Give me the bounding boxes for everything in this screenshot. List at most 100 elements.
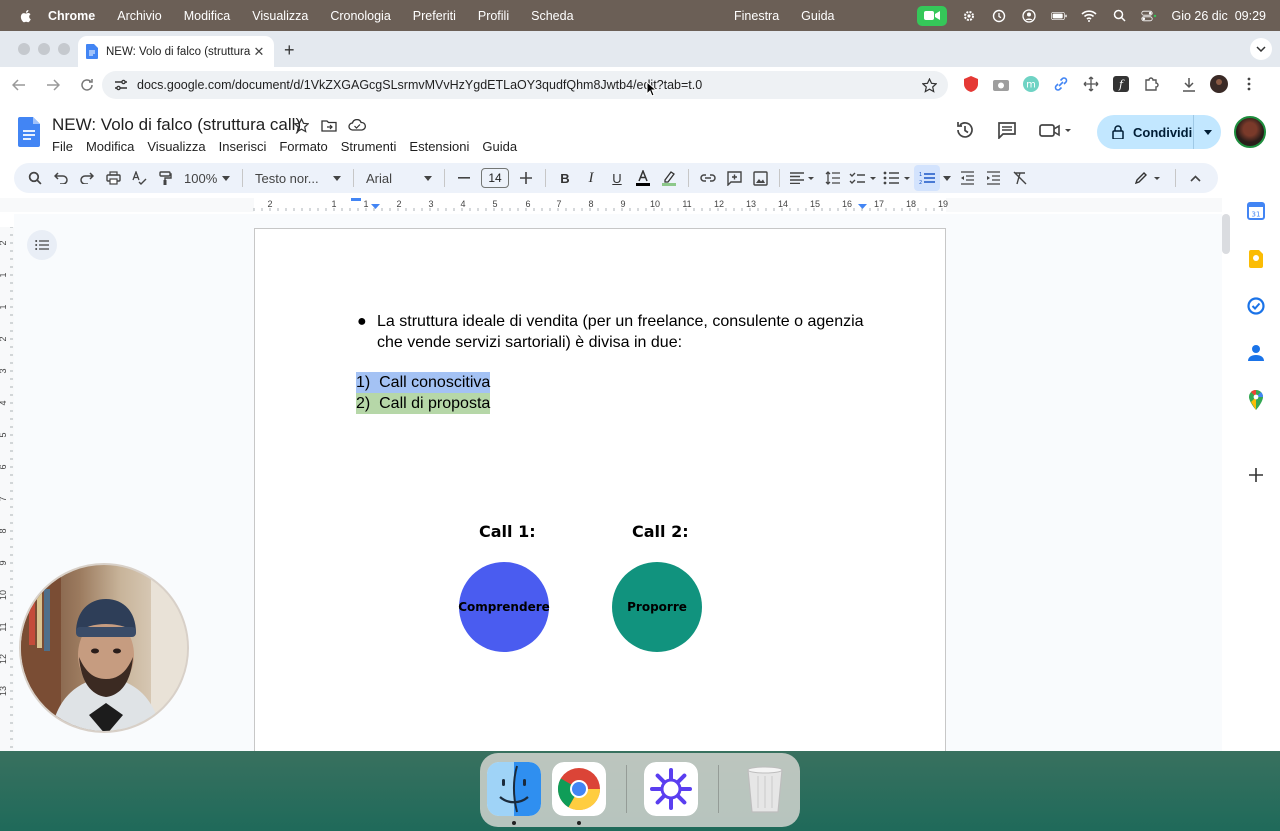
menu-app-name[interactable]: Chrome (48, 9, 95, 23)
link-extension-icon[interactable] (1052, 75, 1070, 93)
google-maps-icon[interactable] (1246, 390, 1266, 410)
italic-icon[interactable]: I (578, 165, 604, 191)
numbered-list-chevron-icon[interactable] (940, 165, 954, 191)
docs-menu-inserisci[interactable]: Inserisci (219, 139, 267, 154)
puzzle-extensions-icon[interactable] (1142, 75, 1160, 93)
underline-icon[interactable]: U (604, 165, 630, 191)
numbered-item-1[interactable]: 1) Call conoscitiva (356, 372, 491, 393)
document-outline-button[interactable] (27, 230, 57, 260)
facetime-video-icon[interactable] (917, 5, 948, 26)
back-arrow-icon[interactable] (4, 71, 34, 99)
undo-icon[interactable] (48, 165, 74, 191)
site-info-tune-icon[interactable] (114, 78, 128, 92)
close-window-button[interactable] (18, 43, 30, 55)
decrease-indent-icon[interactable] (954, 165, 980, 191)
chrome-profile-avatar[interactable] (1210, 75, 1228, 93)
font-family-dropdown[interactable]: Arial (360, 171, 438, 186)
url-text[interactable]: docs.google.com/document/d/1VkZXGAGcgSLs… (137, 78, 918, 92)
expand-panel-chevron-icon[interactable] (1246, 749, 1266, 751)
get-add-ons-plus-icon[interactable] (1246, 465, 1266, 485)
insert-link-icon[interactable] (695, 165, 721, 191)
add-comment-icon[interactable] (721, 165, 747, 191)
time-machine-icon[interactable] (991, 8, 1007, 24)
google-docs-logo-icon[interactable] (18, 117, 40, 147)
red-shield-extension-icon[interactable] (962, 75, 980, 93)
menu-preferiti[interactable]: Preferiti (413, 9, 456, 23)
menubar-datetime[interactable]: Gio 26 dic 09:29 (1171, 9, 1266, 23)
forward-arrow-icon[interactable] (38, 71, 68, 99)
user-account-icon[interactable] (1021, 8, 1037, 24)
docs-menu-guida[interactable]: Guida (482, 139, 517, 154)
move-folder-icon[interactable] (320, 116, 338, 134)
text-color-icon[interactable] (630, 165, 656, 191)
spellcheck-icon[interactable] (126, 165, 152, 191)
search-menus-icon[interactable] (22, 165, 48, 191)
increase-font-size-icon[interactable] (513, 165, 539, 191)
bullet-paragraph[interactable]: ● La struttura ideale di vendita (per un… (357, 311, 877, 353)
gear-icon[interactable] (961, 8, 977, 24)
menu-scheda[interactable]: Scheda (531, 9, 573, 23)
minimize-window-button[interactable] (38, 43, 50, 55)
cloud-saved-icon[interactable] (348, 116, 366, 134)
control-center-icon[interactable] (1141, 8, 1157, 24)
zoom-dropdown[interactable]: 100% (178, 171, 236, 186)
download-icon[interactable] (1180, 75, 1198, 93)
font-size-input[interactable]: 14 (481, 168, 509, 188)
chrome-app-icon[interactable] (552, 762, 606, 816)
menu-profili[interactable]: Profili (478, 9, 509, 23)
document-title[interactable]: NEW: Volo di falco (struttura call) (52, 115, 301, 135)
apple-icon[interactable] (18, 8, 34, 24)
menu-modifica[interactable]: Modifica (184, 9, 231, 23)
line-spacing-icon[interactable] (820, 165, 846, 191)
redo-icon[interactable] (74, 165, 100, 191)
numbered-item-2[interactable]: 2) Call di proposta (356, 393, 491, 414)
finder-icon[interactable] (487, 762, 541, 816)
docs-menu-file[interactable]: File (52, 139, 73, 154)
close-tab-icon[interactable]: ✕ (252, 44, 266, 60)
menu-visualizza[interactable]: Visualizza (252, 9, 308, 23)
comments-icon[interactable] (994, 117, 1020, 143)
call-2-circle[interactable]: Proporre (612, 562, 702, 652)
version-history-icon[interactable] (952, 117, 978, 143)
reload-icon[interactable] (72, 71, 102, 99)
address-bar[interactable]: docs.google.com/document/d/1VkZXGAGcgSLs… (102, 71, 948, 99)
call-2-label[interactable]: Call 2: (632, 522, 689, 541)
m-extension-icon[interactable]: m (1022, 75, 1040, 93)
checklist-dropdown-icon[interactable] (846, 165, 880, 191)
item-text[interactable]: Call conoscitiva (379, 374, 490, 391)
align-dropdown-icon[interactable] (786, 165, 820, 191)
google-account-avatar[interactable] (1234, 116, 1266, 148)
function-extension-icon[interactable]: f (1112, 75, 1130, 93)
wifi-icon[interactable] (1081, 8, 1098, 24)
docs-menu-visualizza[interactable]: Visualizza (147, 139, 205, 154)
battery-icon[interactable] (1051, 8, 1068, 24)
editing-mode-dropdown-icon[interactable] (1129, 165, 1169, 191)
google-keep-icon[interactable] (1246, 249, 1266, 269)
menu-guida[interactable]: Guida (801, 9, 834, 23)
call-1-label[interactable]: Call 1: (479, 522, 536, 541)
chrome-menu-icon[interactable] (1240, 75, 1258, 93)
paint-format-icon[interactable] (152, 165, 178, 191)
bold-icon[interactable]: B (552, 165, 578, 191)
vertical-ruler[interactable]: 2112345678910111213 (0, 226, 14, 751)
insert-image-icon[interactable] (747, 165, 773, 191)
share-button[interactable]: Condividi (1097, 115, 1221, 149)
new-tab-icon[interactable]: + (284, 40, 295, 61)
horizontal-ruler[interactable]: 2 1 1 2 3 4 5 6 7 8 9 10 11 12 13 14 15 16 17 18 19 (0, 198, 1222, 212)
vertical-scrollbar[interactable] (1222, 214, 1230, 254)
docs-menu-formato[interactable]: Formato (279, 139, 327, 154)
browser-tab-active[interactable]: NEW: Volo di falco (struttura call) ✕ (78, 36, 274, 67)
print-icon[interactable] (100, 165, 126, 191)
bullet-text[interactable]: La struttura ideale di vendita (per un f… (377, 311, 877, 353)
menu-cronologia[interactable]: Cronologia (330, 9, 390, 23)
google-contacts-icon[interactable] (1246, 343, 1266, 363)
zoom-window-button[interactable] (58, 43, 70, 55)
numbered-list-icon[interactable]: 12 (914, 165, 940, 191)
docs-menu-estensioni[interactable]: Estensioni (409, 139, 469, 154)
docs-menu-modifica[interactable]: Modifica (86, 139, 134, 154)
item-text[interactable]: Call di proposta (379, 395, 490, 412)
trash-icon[interactable] (738, 762, 792, 816)
perplexity-flower-app-icon[interactable] (644, 762, 698, 816)
clear-formatting-icon[interactable] (1006, 165, 1032, 191)
increase-indent-icon[interactable] (980, 165, 1006, 191)
